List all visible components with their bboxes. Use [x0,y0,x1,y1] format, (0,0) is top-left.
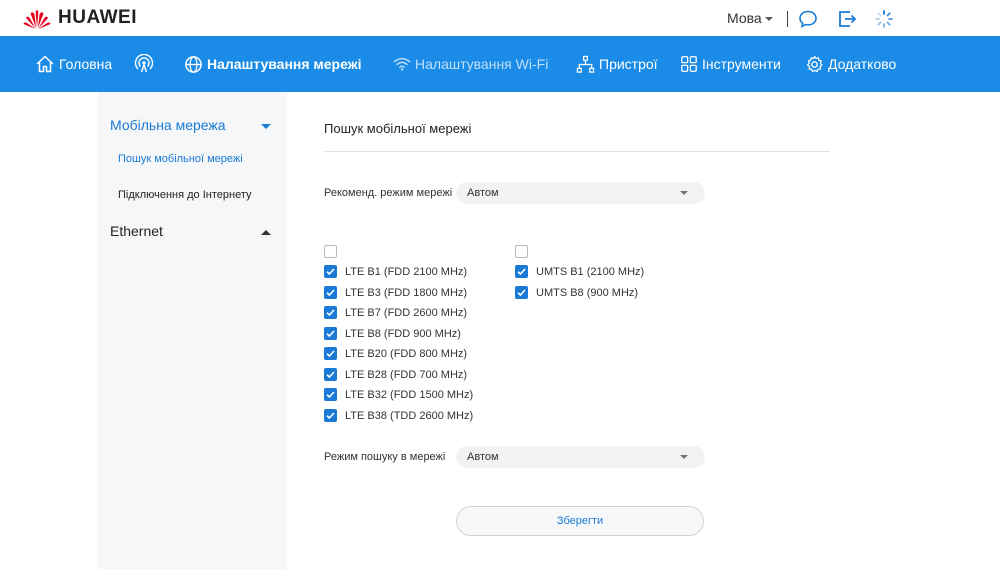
check-icon [326,268,335,276]
lte-b8-label: LTE B8 (FDD 900 MHz) [345,328,461,340]
lte-b1-checkbox[interactable] [324,265,337,278]
preferred-mode-label: Рекоменд. режим мережі [324,187,453,199]
sidebar-item-label: Пошук мобільної мережі [118,153,243,165]
check-icon [326,289,335,297]
preferred-mode-select[interactable]: Автом [456,182,705,204]
nav-home[interactable]: Головна [35,36,112,92]
lte-b7-label: LTE B7 (FDD 2600 MHz) [345,307,468,319]
logout-icon[interactable] [837,9,857,29]
check-icon [326,309,335,317]
nav-home-label: Головна [59,56,113,72]
lte-b20-checkbox[interactable] [324,347,337,360]
nav-signal[interactable] [134,36,154,92]
preferred-mode-value: Автом [467,187,499,199]
chevron-down-icon[interactable] [261,124,271,129]
nav-tools-label: Інструменти [702,56,781,72]
sidebar-item-mobile-network-search[interactable]: Пошук мобільної мережі [118,153,243,165]
signal-icon [134,54,154,73]
lte-b38-checkbox[interactable] [324,409,337,422]
chevron-down-icon [764,17,773,21]
nav-devices[interactable]: Пристрої [576,36,658,92]
language-selector[interactable]: Мова [727,10,773,26]
lte-b28-checkbox[interactable] [324,368,337,381]
lte-b7-checkbox[interactable] [324,306,337,319]
lte-b32-checkbox[interactable] [324,388,337,401]
main-nav: Головна Налаштування мережі Налаштування… [0,36,1000,92]
huawei-logo[interactable]: HUAWEI [22,4,137,32]
check-icon [517,289,526,297]
header-separator [787,11,788,27]
globe-icon [185,55,202,73]
loading-icon [875,10,893,28]
sidebar-group-ethernet[interactable]: Ethernet [110,223,163,239]
sidebar-group-label: Мобільна мережа [110,117,226,133]
nav-advanced[interactable]: Додатково [805,36,896,92]
nav-wifi-settings[interactable]: Налаштування Wi-Fi [393,36,548,92]
top-header: HUAWEI Мова [0,0,1000,36]
chat-icon[interactable] [798,9,818,29]
devices-icon [576,55,595,73]
sidebar-item-label: Підключення до Інтернету [118,189,252,201]
page-title: Пошук мобільної мережі [324,121,472,136]
check-icon [326,330,335,338]
save-button[interactable]: Зберегти [456,506,704,536]
tools-icon [681,56,697,72]
lte-b32-label: LTE B32 (FDD 1500 MHz) [345,389,474,401]
nav-wifi-settings-label: Налаштування Wi-Fi [415,56,549,72]
umts-b1-label: UMTS B1 (2100 MHz) [536,266,645,278]
chevron-down-icon [680,191,688,195]
lte-select-all-checkbox[interactable] [324,245,337,258]
umts-select-all-checkbox[interactable] [515,245,528,258]
lte-b28-label: LTE B28 (FDD 700 MHz) [345,369,468,381]
chevron-up-icon[interactable] [261,230,271,235]
check-icon [517,268,526,276]
sidebar-group-label: Ethernet [110,223,163,239]
sidebar-group-mobile-network[interactable]: Мобільна мережа [110,117,226,133]
wifi-icon [393,57,411,71]
nav-devices-label: Пристрої [599,56,658,72]
nav-advanced-label: Додатково [828,56,897,72]
title-divider [324,151,830,152]
lte-b20-label: LTE B20 (FDD 800 MHz) [345,348,468,360]
search-mode-label: Режим пошуку в мережі [324,451,446,463]
nav-network-settings-label: Налаштування мережі [207,56,362,72]
nav-network-settings[interactable]: Налаштування мережі [184,36,362,92]
lte-b38-label: LTE B38 (TDD 2600 MHz) [345,410,474,422]
sidebar: Мобільна мережа Пошук мобільної мережі П… [98,92,287,569]
umts-b8-checkbox[interactable] [515,286,528,299]
lte-b3-label: LTE B3 (FDD 1800 MHz) [345,287,468,299]
sidebar-item-internet-connection[interactable]: Підключення до Інтернету [118,189,252,201]
search-mode-value: Автом [467,451,499,463]
check-icon [326,371,335,379]
language-label: Мова [727,10,762,26]
gear-icon [806,55,823,72]
lte-b8-checkbox[interactable] [324,327,337,340]
umts-b1-checkbox[interactable] [515,265,528,278]
nav-tools[interactable]: Інструменти [680,36,781,92]
check-icon [326,391,335,399]
lte-b3-checkbox[interactable] [324,286,337,299]
chevron-down-icon [680,455,688,459]
search-mode-select[interactable]: Автом [456,446,705,468]
check-icon [326,412,335,420]
check-icon [326,350,335,358]
huawei-flower-icon [23,10,51,29]
brand-name: HUAWEI [58,7,137,28]
umts-b8-label: UMTS B8 (900 MHz) [536,287,639,299]
home-icon [36,55,54,73]
lte-b1-label: LTE B1 (FDD 2100 MHz) [345,266,468,278]
